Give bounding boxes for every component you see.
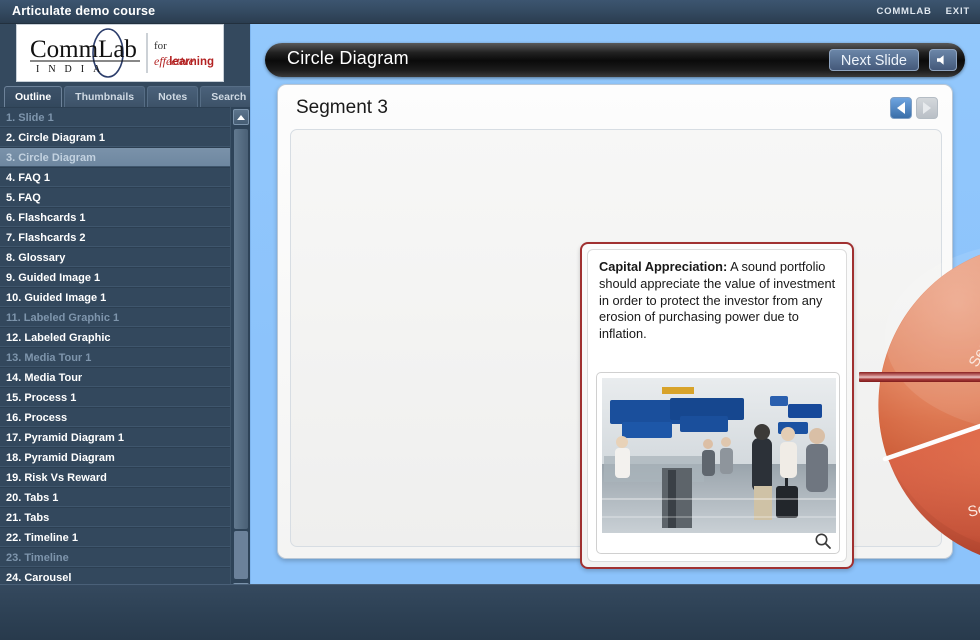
prev-segment-button[interactable]: [890, 97, 912, 119]
sidebar: CommLab INDIA for effective learning Out…: [0, 24, 258, 601]
outline-item[interactable]: 19. Risk Vs Reward: [0, 467, 232, 487]
outline-item[interactable]: 15. Process 1: [0, 387, 232, 407]
outline-item[interactable]: 18. Pyramid Diagram: [0, 447, 232, 467]
outline-item[interactable]: 11. Labeled Graphic 1: [0, 307, 232, 327]
outline-item[interactable]: 20. Tabs 1: [0, 487, 232, 507]
outline-item[interactable]: 22. Timeline 1: [0, 527, 232, 547]
magnifier-icon[interactable]: [814, 532, 832, 550]
outline-list: 1. Slide 1 2. Circle Diagram 1 3. Circle D…: [0, 107, 232, 587]
outline-scrollbar[interactable]: [230, 107, 250, 601]
callout-photo-frame[interactable]: [596, 372, 840, 554]
airport-terminal-photo: [602, 378, 836, 533]
player-controls-bar: SLIDE 3 OF 28 CLICK NEXT TO ADVANCE 00:2…: [0, 584, 980, 640]
outline-item[interactable]: 9. Guided Image 1: [0, 267, 232, 287]
tab-notes[interactable]: Notes: [147, 86, 199, 107]
callout-inner: Capital Appreciation: A sound portfolio …: [587, 249, 847, 562]
card-body: Core Segment 2 Segment 3 Segment 1: [290, 129, 980, 569]
commlab-logo: CommLab INDIA for effective learning: [16, 24, 224, 82]
scrollbar-track-lower[interactable]: [234, 531, 248, 579]
course-title: Articulate demo course: [12, 4, 156, 18]
scroll-up-button[interactable]: [233, 109, 249, 125]
slide-title-bar: Circle Diagram Next Slide: [265, 43, 965, 77]
scrollbar-thumb[interactable]: [234, 129, 248, 529]
outline-item[interactable]: 14. Media Tour: [0, 367, 232, 387]
outline-item[interactable]: 16. Process: [0, 407, 232, 427]
speaker-icon: [937, 55, 944, 65]
tab-thumbnails[interactable]: Thumbnails: [64, 86, 146, 107]
top-bar-links: COMMLAB EXIT: [876, 6, 970, 17]
callout-text: Capital Appreciation: A sound portfolio …: [599, 259, 839, 343]
outline-item[interactable]: 3. Circle Diagram: [0, 147, 232, 167]
exit-link[interactable]: EXIT: [946, 6, 970, 17]
outline-item[interactable]: 12. Labeled Graphic: [0, 327, 232, 347]
tab-outline[interactable]: Outline: [4, 86, 63, 107]
slide-stage: Circle Diagram Next Slide Segment 3 Segm…: [250, 24, 980, 584]
next-segment-button: [916, 97, 938, 119]
course-player: Articulate demo course COMMLAB EXIT Comm…: [0, 0, 980, 640]
logo-graphic: CommLab INDIA for effective learning: [30, 28, 214, 78]
tab-search[interactable]: Search: [200, 86, 258, 107]
pointer-arrow-line: [859, 372, 980, 382]
photo-graphic: [602, 378, 836, 533]
callout-box: Capital Appreciation: A sound portfolio …: [580, 242, 854, 569]
chevron-right-icon: [923, 102, 931, 114]
outline-item[interactable]: 6. Flashcards 1: [0, 207, 232, 227]
outline-item[interactable]: 21. Tabs: [0, 507, 232, 527]
circle-diagram[interactable]: Core Segment 2 Segment 3 Segment 1: [851, 225, 980, 585]
outline-item[interactable]: 7. Flashcards 2: [0, 227, 232, 247]
outline-item[interactable]: 1. Slide 1: [0, 107, 232, 127]
outline-item[interactable]: 2. Circle Diagram 1: [0, 127, 232, 147]
slide-card: Segment 3 Segment Capital Appreciation: …: [277, 84, 980, 569]
outline-item[interactable]: 23. Timeline: [0, 547, 232, 567]
card-nav-arrows: [890, 97, 938, 119]
outline-item[interactable]: 8. Glossary: [0, 247, 232, 267]
commlab-link[interactable]: COMMLAB: [876, 6, 931, 17]
outline-item[interactable]: 10. Guided Image 1: [0, 287, 232, 307]
sidebar-tabs: Outline Thumbnails Notes Search: [0, 84, 258, 107]
next-slide-button[interactable]: Next Slide: [828, 49, 919, 71]
outline-item[interactable]: 13. Media Tour 1: [0, 347, 232, 367]
svg-text:INDIA: INDIA: [36, 64, 109, 75]
slide-title: Circle Diagram: [287, 48, 409, 68]
sound-toggle-button[interactable]: [929, 49, 957, 71]
outline-item[interactable]: 17. Pyramid Diagram 1: [0, 427, 232, 447]
outline-panel[interactable]: 1. Slide 1 2. Circle Diagram 1 3. Circle D…: [0, 107, 250, 601]
callout-heading: Capital Appreciation:: [599, 259, 728, 274]
stage-background: Circle Diagram Next Slide Segment 3 Segm…: [251, 24, 980, 574]
chevron-up-icon: [237, 114, 245, 120]
svg-text:CommLab: CommLab: [30, 36, 137, 63]
chevron-left-icon: [897, 102, 905, 114]
segment-heading: Segment 3: [296, 97, 388, 118]
svg-text:learning: learning: [169, 56, 214, 68]
outline-item[interactable]: 5. FAQ: [0, 187, 232, 207]
top-bar: Articulate demo course COMMLAB EXIT: [0, 0, 980, 24]
svg-text:for: for: [154, 40, 167, 52]
outline-item[interactable]: 4. FAQ 1: [0, 167, 232, 187]
